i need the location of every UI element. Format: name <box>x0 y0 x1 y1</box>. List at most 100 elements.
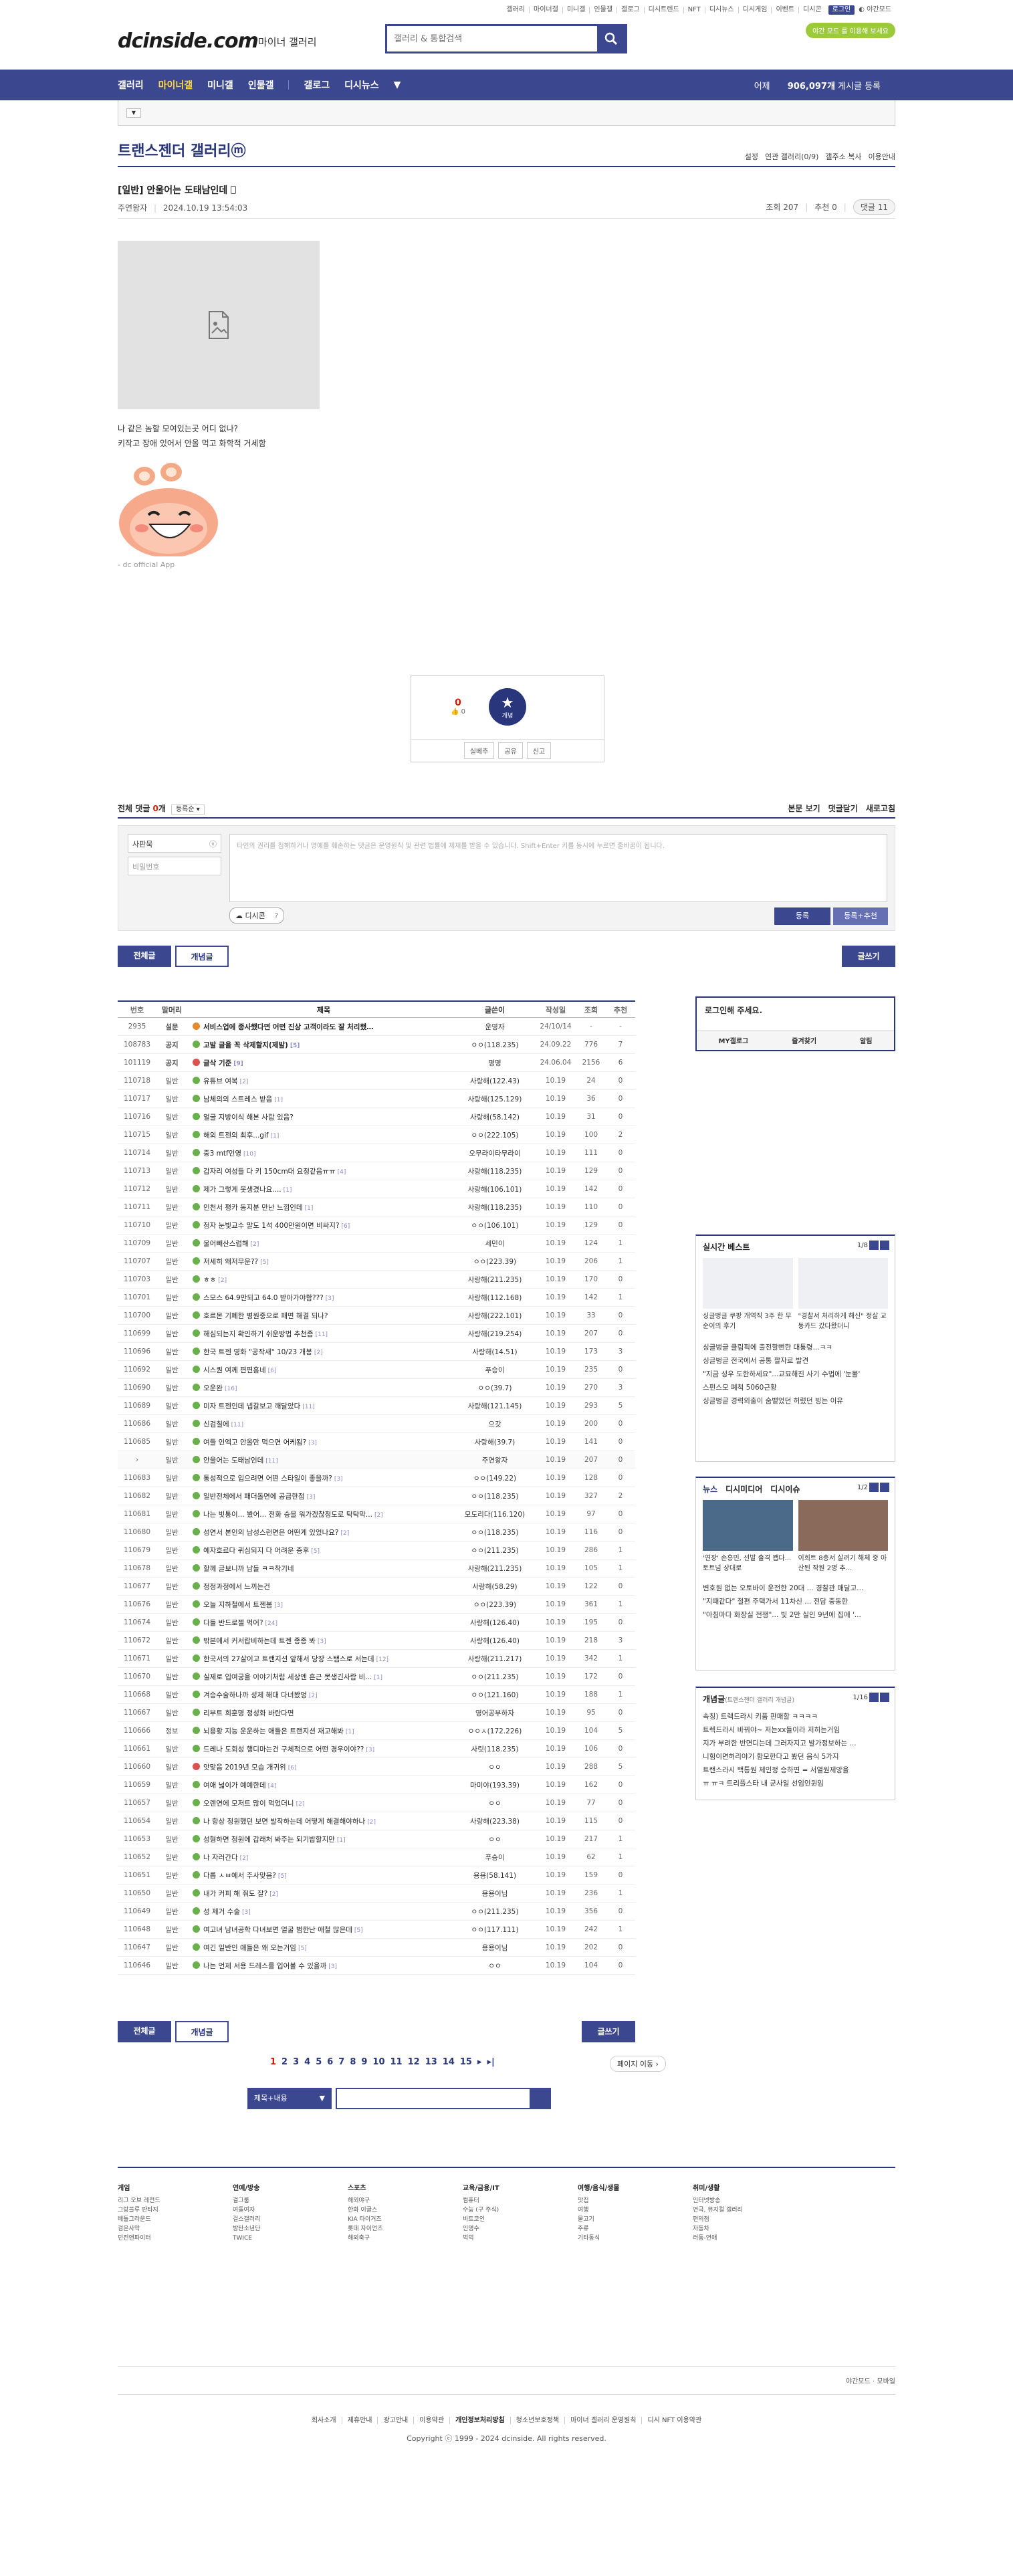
gallery-tool[interactable]: 갤주소 복사 <box>825 151 861 162</box>
row-writer[interactable]: ㅇㅇ(106.101) <box>455 1220 535 1230</box>
table-row[interactable]: 110715 일반 해외 트젠의 최후...gif [1] ㅇㅇ(222.105) 10.… <box>118 1126 635 1144</box>
gallery-title[interactable]: 트랜스젠더 갤러리ⓜ <box>118 139 246 160</box>
page-move-button[interactable]: 페이지 이동 › <box>610 2056 667 2072</box>
page-link[interactable]: 3 <box>293 2057 299 2067</box>
footer-column-link[interactable]: TWICE <box>233 2234 348 2243</box>
row-title-text[interactable]: 여고녀 남녀공학 다녀보면 얼굴 범한난 애철 많은데 <box>203 1926 352 1934</box>
search-icon[interactable] <box>530 2089 550 2108</box>
row-writer[interactable]: 영어공부하자 <box>455 1708 535 1718</box>
row-title-text[interactable]: 나 자러간다 <box>203 1854 238 1862</box>
row-title-text[interactable]: 뇌용황 지능 운운하는 애들은 트랜지션 재고해봐 <box>203 1727 344 1735</box>
footer-column-link[interactable]: 그랑블루 판타지 <box>118 2206 233 2215</box>
top-link[interactable]: NFT <box>683 7 705 13</box>
row-title-text[interactable]: 내가 커피 해 줘도 잘? <box>203 1890 267 1898</box>
row-writer[interactable]: ㅇㅇ(211.235) <box>455 1907 535 1917</box>
table-row[interactable]: 110686 일반 신검칠에 [11] 으갓 10.19 200 0 <box>118 1415 635 1433</box>
row-title-text[interactable]: 오늘 지하철에서 트젠봄 <box>203 1601 272 1609</box>
footer-column-link[interactable]: 여행 <box>578 2206 693 2215</box>
row-title-text[interactable]: 유튜브 여복 <box>203 1077 238 1085</box>
table-row[interactable]: 110711 일반 인천서 평카 동지분 만난 느낌인데 [1] 사랑해(118.235… <box>118 1198 635 1216</box>
row-title[interactable]: 여고녀 남녀공학 다녀보면 얼굴 범한난 애철 많은데 [5] <box>187 1925 455 1935</box>
list-search-input[interactable] <box>336 2088 551 2109</box>
row-comment-count[interactable]: [16] <box>225 1386 237 1392</box>
night-mode-toggle[interactable]: ◐ 야간모드 <box>855 7 895 13</box>
footer-column-title[interactable]: 취미/생활 <box>693 2184 808 2193</box>
row-title[interactable]: 한국서의 27살이고 트랜지션 앞해서 당장 스탬스로 서는데 [12] <box>187 1654 455 1664</box>
row-title-text[interactable]: 해심되는지 확인하기 쉬운방법 추천좀 <box>203 1330 314 1338</box>
row-comment-count[interactable]: [3] <box>274 1602 283 1609</box>
row-title-text[interactable]: 여들 인엑고 안올만 먹으면 어케됨? <box>203 1438 306 1446</box>
table-row[interactable]: 110668 일반 겨승수술하나까 성제 해대 다녀봤엉 [2] ㅇㅇ(121.160)… <box>118 1686 635 1704</box>
best-item[interactable]: "지금 성우 도한하세요"...교묘해진 사기 수법에 '눈물' <box>703 1368 888 1381</box>
top-link[interactable]: 디시콘 <box>798 7 826 13</box>
site-logo[interactable]: dcinside.com <box>118 29 259 53</box>
table-row[interactable]: 110682 일반 일반전체에서 패더돌면에 공급한점 [3] ㅇㅇ(118.235) 1… <box>118 1487 635 1505</box>
row-title[interactable]: 여애 넓이가 예예한데 [4] <box>187 1780 455 1790</box>
footer-link[interactable]: 회사소개 <box>306 2417 342 2424</box>
search-input[interactable] <box>387 26 597 51</box>
row-title-text[interactable]: 안울어는 도태남인데 <box>203 1457 263 1465</box>
tab-all-posts[interactable]: 전체글 <box>118 946 171 967</box>
table-row[interactable]: 110667 일반 리부트 희훈명 정성화 바란다면 영어공부하자 10.19 95 0 <box>118 1704 635 1722</box>
row-comment-count[interactable]: [2] <box>340 1530 349 1537</box>
table-row[interactable]: 110709 일반 울어빼산스럽해 [2] 세민이 10.19 124 1 <box>118 1235 635 1253</box>
row-title-text[interactable]: ㅎㅎ <box>203 1276 216 1284</box>
row-title-text[interactable]: 드레나 도회성 행디마는건 구체적으로 어떤 경우이야?? <box>203 1745 364 1753</box>
row-comment-count[interactable]: [3] <box>318 1638 326 1645</box>
row-title[interactable]: 통성적으로 입으려면 어떤 스타일이 좋을까? [3] <box>187 1473 455 1483</box>
prev-icon[interactable] <box>869 1241 879 1250</box>
table-row[interactable]: 110661 일반 드레나 도회성 행디마는건 구체적으로 어떤 경우이야?? [3]… <box>118 1740 635 1758</box>
row-comment-count[interactable]: [5] <box>290 1043 300 1049</box>
footer-column-link[interactable]: 비트코인 <box>463 2215 578 2224</box>
table-row[interactable]: 110700 일반 호르몬 기폐한 병원중으로 패면 해결 되나? 사랑해(222.1… <box>118 1307 635 1325</box>
prev-icon[interactable] <box>869 1693 879 1702</box>
comment-count-button[interactable]: 댓글 11 <box>853 199 895 215</box>
nav-item[interactable]: 마이너갤 <box>158 78 193 92</box>
row-writer[interactable]: ㅇㅇ <box>455 1834 535 1844</box>
row-title-text[interactable]: 나는 빗통이... 봤어... 전화 승을 워가겠찮정도로 탁탁막... <box>203 1511 372 1519</box>
row-title-text[interactable]: 나는 언제 서용 드레스를 입어볼 수 있을까 <box>203 1962 326 1970</box>
row-writer[interactable]: ㅇㅇ(39.7) <box>455 1383 535 1393</box>
row-writer[interactable]: 사랑해(14.51) <box>455 1347 535 1357</box>
next-icon[interactable] <box>880 1483 889 1492</box>
row-writer[interactable]: 으갓 <box>455 1419 535 1429</box>
row-comment-count[interactable]: [3] <box>242 1909 251 1916</box>
row-title[interactable]: 드레나 도회성 행디마는건 구체적으로 어떤 경우이야?? [3] <box>187 1744 455 1754</box>
table-row[interactable]: 110676 일반 오늘 지하철에서 트젠봄 [3] ㅇㅇ(223.39) 10.19 36… <box>118 1596 635 1614</box>
row-writer[interactable]: ㅇㅇ <box>455 1762 535 1772</box>
footer-column-link[interactable]: 한화 이글스 <box>348 2206 463 2215</box>
top-link[interactable]: 인물갤 <box>589 7 616 13</box>
row-title[interactable]: 고발 글을 꼭 삭제할지(제발) [5] <box>187 1040 455 1050</box>
row-comment-count[interactable]: [4] <box>338 1169 346 1176</box>
table-row[interactable]: 110672 일반 밖본에서 커서랍비하는데 트젠 종종 봐 [3] 사랑해(126.4… <box>118 1632 635 1650</box>
row-comment-count[interactable]: [2] <box>296 1801 305 1808</box>
row-title-text[interactable]: 나 항상 정원했던 보면 발작하는데 어떻게 해결해야하나 <box>203 1818 365 1826</box>
row-comment-count[interactable]: [3] <box>307 1494 316 1501</box>
row-title[interactable]: 다들 반드로젤 먹어? [24] <box>187 1618 455 1628</box>
row-comment-count[interactable]: [3] <box>326 1295 334 1302</box>
chevron-down-icon[interactable]: ▼ <box>394 80 401 90</box>
row-comment-count[interactable]: [2] <box>218 1277 227 1284</box>
row-title-text[interactable]: 성연서 본인의 남성스런면은 어떤게 있었나요? <box>203 1529 338 1537</box>
row-comment-count[interactable]: [2] <box>309 1693 318 1699</box>
row-title[interactable]: 오렌연에 모저트 많이 먹었더니 [2] <box>187 1798 455 1808</box>
table-row[interactable]: 101119 공지 글삭 기준 [9] 명명 24.06.04 2156 6 <box>118 1054 635 1072</box>
row-comment-count[interactable]: [5] <box>298 1945 307 1952</box>
table-row[interactable]: 110689 일반 미자 트젠인데 넵갈보고 깨달았다 [11] 사랑해(121.145… <box>118 1397 635 1415</box>
comment-textarea[interactable]: 타인의 권리를 침해하거나 명예를 훼손하는 댓글은 운영원칙 및 관련 법률에… <box>229 834 887 902</box>
write-button[interactable]: 글쓰기 <box>842 946 895 967</box>
tab-concept-posts[interactable]: 개념글 <box>175 946 229 967</box>
nav-item[interactable]: 갤로그 <box>304 78 330 92</box>
tab-all-posts-bottom[interactable]: 전체글 <box>118 2021 171 2042</box>
row-title-text[interactable]: 리부트 희훈명 정성화 바란다면 <box>203 1709 294 1717</box>
comment-submit-button[interactable]: 등록 <box>774 907 830 925</box>
row-title-text[interactable]: 정정과정에서 느끼는건 <box>203 1583 270 1591</box>
close-icon[interactable]: ⓧ <box>209 839 217 849</box>
rec-action-button[interactable]: 실베추 <box>463 742 495 759</box>
table-row[interactable]: 110649 일반 성 제거 수술 [3] ㅇㅇ(211.235) 10.19 356 0 <box>118 1903 635 1921</box>
row-title[interactable]: 얼굴 지방이식 해본 사람 있음? <box>187 1112 455 1122</box>
row-title-text[interactable]: 일반전체에서 패더돌면에 공급한점 <box>203 1493 305 1501</box>
footer-column-title[interactable]: 게임 <box>118 2184 233 2193</box>
row-title[interactable]: 시스퀀 여께 편편홈네 [6] <box>187 1365 455 1375</box>
row-writer[interactable]: ㅇㅇ(223.39) <box>455 1257 535 1267</box>
